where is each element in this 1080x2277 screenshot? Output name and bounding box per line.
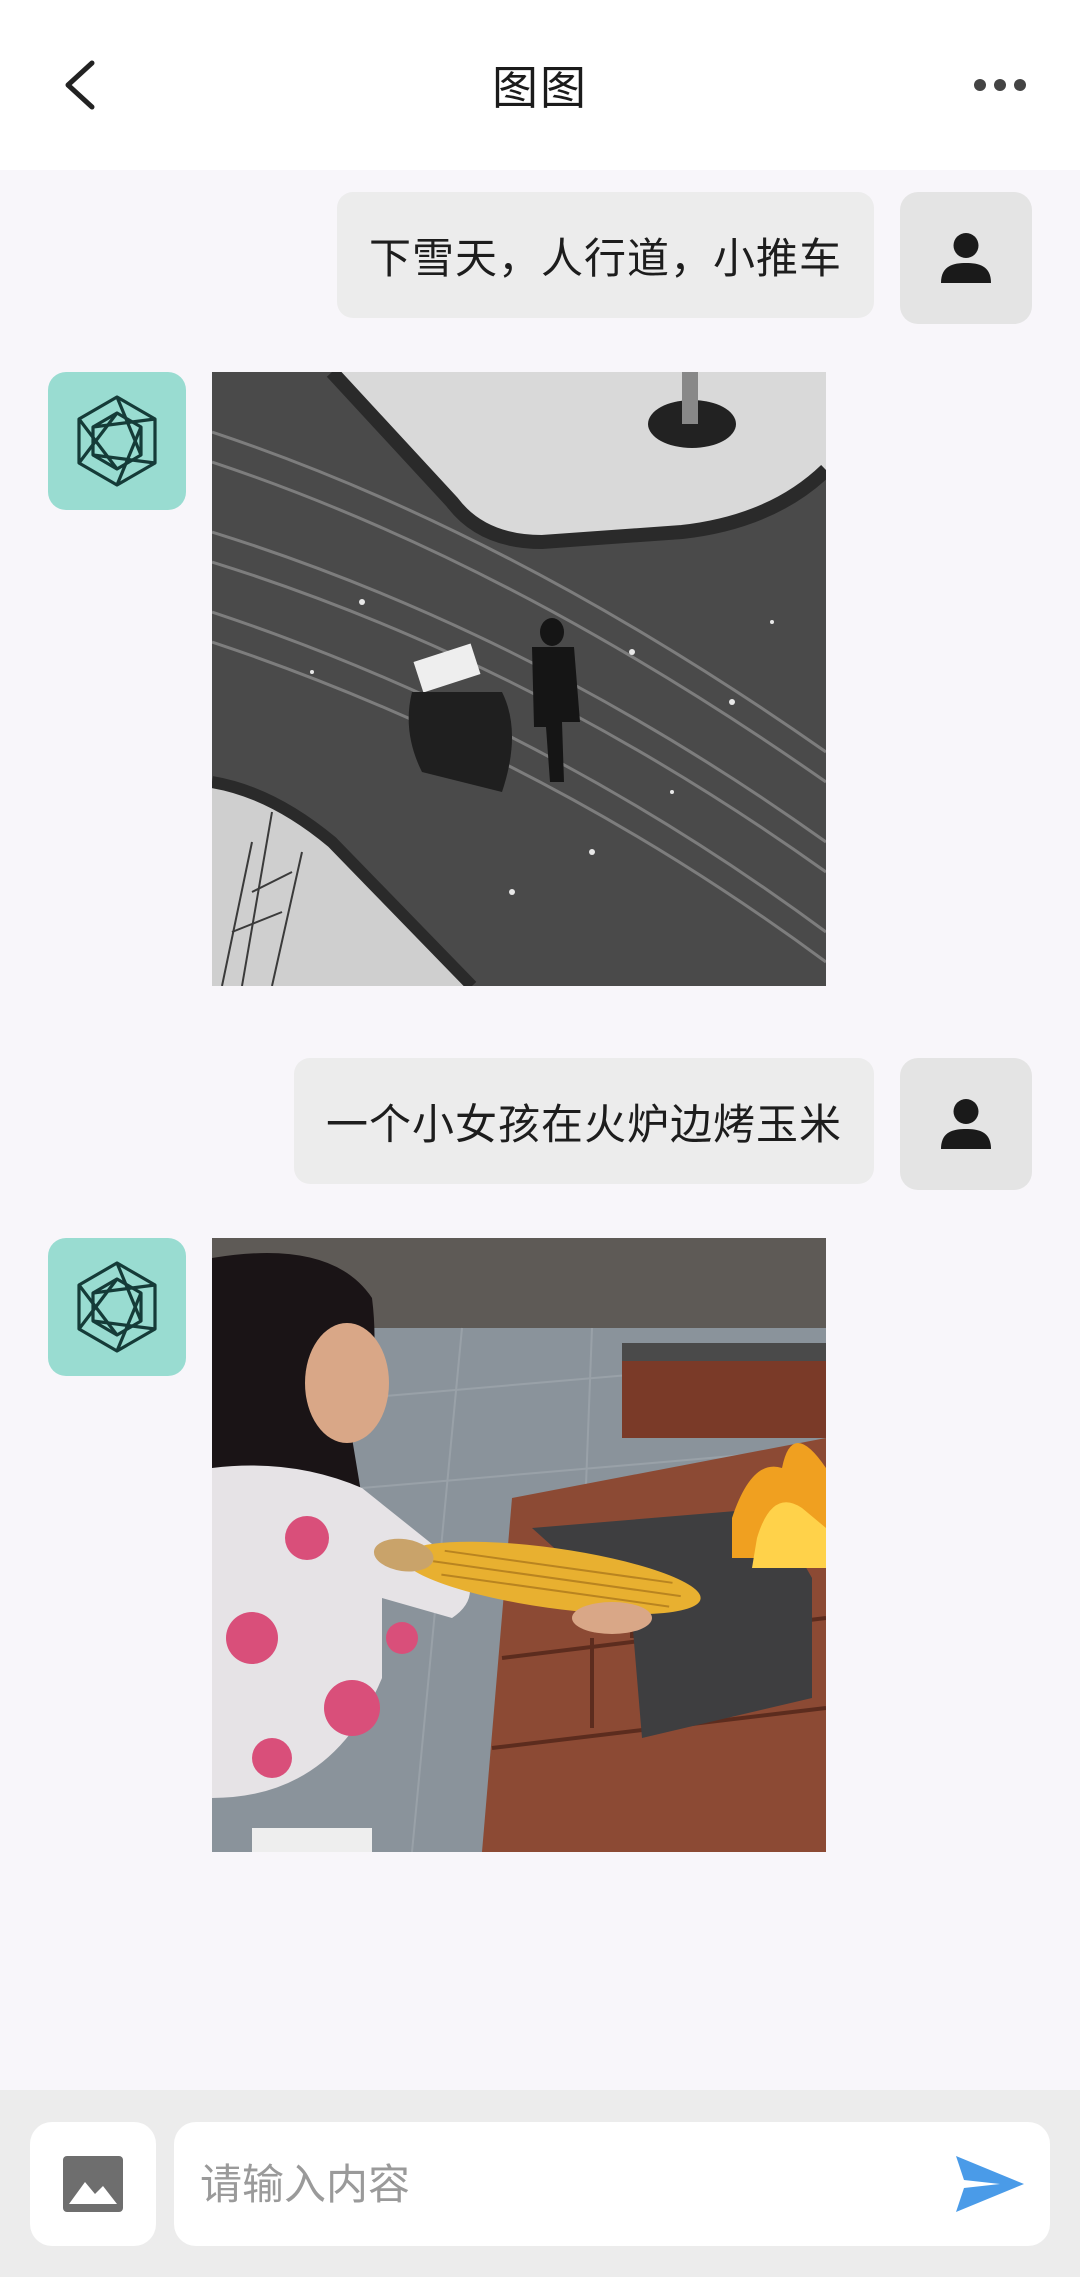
user-message: 一个小女孩在火炉边烤玉米 [293,1058,1032,1190]
send-icon [956,2156,1024,2212]
generated-image-girl-roasting-corn[interactable] [212,1238,826,1852]
generated-image-snowy-sidewalk[interactable] [212,372,826,986]
user-message: 下雪天，人行道，小推车 [336,192,1032,324]
send-button[interactable] [952,2148,1028,2220]
chat-area[interactable]: 下雪天，人行道，小推车 一个小女孩在火炉边烤玉米 [0,170,1080,2090]
user-message-bubble[interactable]: 下雪天，人行道，小推车 [336,192,874,318]
image-icon [63,2156,123,2212]
message-input[interactable] [200,2122,900,2246]
user-message-bubble[interactable]: 一个小女孩在火炉边烤玉米 [293,1058,874,1184]
page-title: 图图 [492,61,588,115]
bot-avatar[interactable] [48,1238,186,1376]
message-input-bar [0,2090,1080,2277]
app-header: 图图 [0,0,1080,170]
image-upload-button[interactable] [30,2122,156,2246]
chat-app: 图图 下雪天，人行道，小推车 一个小女孩在火炉边烤玉米 请输入内容 [0,0,1080,2277]
more-horizontal-icon [974,79,1026,91]
message-input-field[interactable] [174,2122,1050,2246]
user-avatar[interactable] [900,192,1032,324]
bot-message [48,372,826,986]
hexagon-logo-icon [77,1261,157,1353]
bot-message [48,1238,826,1852]
bot-avatar[interactable] [48,372,186,510]
person-icon [941,233,991,283]
user-avatar[interactable] [900,1058,1032,1190]
hexagon-logo-icon [77,395,157,487]
person-icon [941,1099,991,1149]
back-button[interactable] [40,45,120,125]
chevron-left-icon [65,60,95,110]
more-options-button[interactable] [960,45,1040,125]
